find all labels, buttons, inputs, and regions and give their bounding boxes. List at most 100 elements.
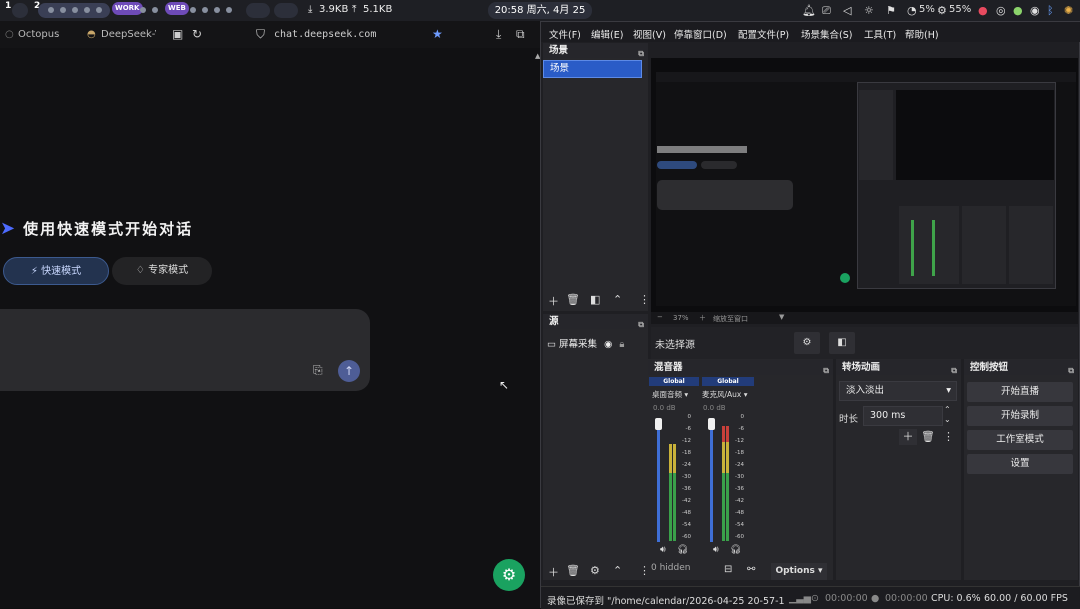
- dock-float-icon[interactable]: ⧉: [638, 317, 644, 332]
- add-transition-icon[interactable]: ＋: [899, 429, 917, 445]
- app-tray-icon[interactable]: ●: [1013, 4, 1023, 17]
- zoom-in-icon[interactable]: ＋: [699, 313, 706, 323]
- bell-icon[interactable]: 🔔︎: [802, 4, 816, 17]
- settings-fab-button[interactable]: ⚙: [493, 559, 525, 591]
- app-tray-icon[interactable]: ●: [978, 4, 988, 17]
- workspace-work-badge[interactable]: WORK: [112, 2, 143, 15]
- add-scene-icon[interactable]: ＋: [548, 293, 559, 309]
- tab-deepseek[interactable]: DeepSeek-V: [101, 29, 156, 40]
- expert-mode-button[interactable]: ♢ 专家模式: [112, 257, 212, 285]
- channel-1-label[interactable]: 桌面音频 ▾: [652, 389, 688, 400]
- site-shield-icon[interactable]: ⛉: [256, 27, 265, 42]
- dock-float-icon[interactable]: ⧉: [638, 46, 644, 61]
- fast-mode-button[interactable]: ⚡ 快速模式: [3, 257, 109, 285]
- menu-help[interactable]: 帮助(H): [905, 27, 939, 41]
- chevron-down-icon[interactable]: ▼: [779, 313, 784, 321]
- settings-button[interactable]: 设置: [967, 454, 1073, 474]
- source-properties-button[interactable]: ⚙: [794, 332, 820, 354]
- window-dot[interactable]: [190, 7, 196, 13]
- scene-filters-icon[interactable]: ◧: [590, 293, 600, 306]
- send-button[interactable]: ↑: [338, 360, 360, 382]
- download-icon[interactable]: ⤓: [496, 27, 501, 42]
- menu-docks[interactable]: 停靠窗口(D): [674, 27, 727, 41]
- window-dot[interactable]: [60, 7, 66, 13]
- move-up-icon[interactable]: ⌃: [613, 564, 622, 577]
- tab-octopus[interactable]: Octopus: [18, 29, 59, 40]
- dock-float-icon[interactable]: ⧉: [823, 363, 829, 378]
- window-dot[interactable]: [96, 7, 102, 13]
- channel-1-mute-icon[interactable]: 🔊︎: [660, 545, 666, 555]
- menu-tools[interactable]: 工具(T): [864, 27, 896, 41]
- empty-workspace[interactable]: [246, 3, 270, 18]
- transition-select[interactable]: 淡入淡出 ▾: [839, 381, 957, 401]
- spin-up-icon[interactable]: ⌃: [944, 405, 951, 414]
- dock-float-icon[interactable]: ⧉: [1068, 363, 1074, 378]
- mixer-link-icon[interactable]: ⚯: [747, 564, 755, 575]
- preview-canvas[interactable]: [651, 58, 1078, 312]
- remove-transition-icon[interactable]: 🗑︎: [921, 430, 935, 443]
- sidebar-toggle-icon[interactable]: ▣: [172, 27, 183, 41]
- window-dot[interactable]: [48, 7, 54, 13]
- bookmark-star-icon[interactable]: ★: [432, 27, 443, 41]
- channel-1-monitor-icon[interactable]: 🎧︎: [677, 545, 688, 555]
- lock-icon[interactable]: 🔒︎: [619, 339, 624, 350]
- scene-list-item[interactable]: 场景: [543, 60, 642, 78]
- volume-icon[interactable]: ◁: [843, 4, 851, 17]
- channel-1-volume-track[interactable]: [657, 418, 660, 542]
- window-dot[interactable]: [84, 7, 90, 13]
- channel-2-monitor-icon[interactable]: 🎧︎: [730, 545, 741, 555]
- channel-2-label[interactable]: 麦克风/Aux ▾: [702, 389, 748, 400]
- chat-input-box[interactable]: [0, 309, 370, 391]
- channel-2-volume-track[interactable]: [710, 418, 713, 542]
- window-dot[interactable]: [202, 7, 208, 13]
- workspace-1-number[interactable]: 1: [5, 1, 11, 11]
- window-dot[interactable]: [214, 7, 220, 13]
- attach-icon[interactable]: ⎘: [313, 363, 323, 378]
- more-icon[interactable]: ⋮: [943, 430, 954, 443]
- remove-scene-icon[interactable]: 🗑︎: [566, 293, 580, 306]
- add-source-icon[interactable]: ＋: [548, 564, 559, 580]
- workspace-1-pill[interactable]: [12, 3, 28, 18]
- source-filters-button[interactable]: ◧: [829, 332, 855, 354]
- duration-input[interactable]: 300 ms: [863, 406, 943, 426]
- app-tray-icon[interactable]: ◎: [996, 4, 1006, 17]
- address-bar-url[interactable]: chat.deepseek.com: [274, 29, 376, 40]
- extensions-icon[interactable]: ⧉: [516, 27, 525, 42]
- window-dot[interactable]: [72, 7, 78, 13]
- menu-file[interactable]: 文件(F): [549, 27, 581, 41]
- start-streaming-button[interactable]: 开始直播: [967, 382, 1073, 402]
- menu-profile[interactable]: 配置文件(P): [738, 27, 789, 41]
- channel-1-volume-slider[interactable]: [655, 418, 662, 430]
- bluetooth-icon[interactable]: ᛒ: [1047, 4, 1054, 17]
- zoom-mode-select[interactable]: 缩放至窗口: [713, 314, 748, 324]
- window-dot[interactable]: [152, 7, 158, 13]
- brightness-icon[interactable]: ☼: [864, 4, 874, 17]
- app-tray-icon[interactable]: ◉: [1030, 4, 1040, 17]
- empty-workspace[interactable]: [274, 3, 298, 18]
- cast-icon[interactable]: ⎚: [822, 4, 831, 18]
- channel-2-mute-icon[interactable]: 🔊︎: [713, 545, 719, 555]
- move-up-icon[interactable]: ⌃: [613, 293, 622, 306]
- reload-icon[interactable]: ↻: [192, 27, 202, 41]
- window-dot[interactable]: [226, 7, 232, 13]
- dnd-icon[interactable]: ⚑: [886, 4, 896, 17]
- dock-float-icon[interactable]: ⧉: [951, 363, 957, 378]
- spin-down-icon[interactable]: ⌄: [944, 415, 951, 424]
- remove-source-icon[interactable]: 🗑︎: [566, 564, 580, 577]
- hidden-count[interactable]: 0 hidden: [651, 563, 690, 573]
- visibility-eye-icon[interactable]: ◉: [604, 339, 612, 350]
- clock[interactable]: 20:58 周六, 4月 25: [488, 2, 592, 19]
- source-list-item[interactable]: ▭ 屏幕采集 ◉ 🔒︎: [547, 336, 624, 350]
- studio-mode-button[interactable]: 工作室模式: [967, 430, 1073, 450]
- channel-2-volume-slider[interactable]: [708, 418, 715, 430]
- app-tray-icon[interactable]: ✺: [1064, 4, 1073, 17]
- more-icon[interactable]: ⋮: [639, 293, 650, 306]
- mixer-options-button[interactable]: Options ▾: [771, 563, 827, 580]
- menu-view[interactable]: 视图(V): [633, 27, 666, 41]
- mixer-layout-icon[interactable]: ⊟: [724, 564, 732, 575]
- menu-scene-collection[interactable]: 场景集合(S): [801, 27, 852, 41]
- zoom-out-icon[interactable]: −: [657, 313, 663, 321]
- start-recording-button[interactable]: 开始录制: [967, 406, 1073, 426]
- window-dot[interactable]: [140, 7, 146, 13]
- workspace-web-badge[interactable]: WEB: [165, 2, 189, 15]
